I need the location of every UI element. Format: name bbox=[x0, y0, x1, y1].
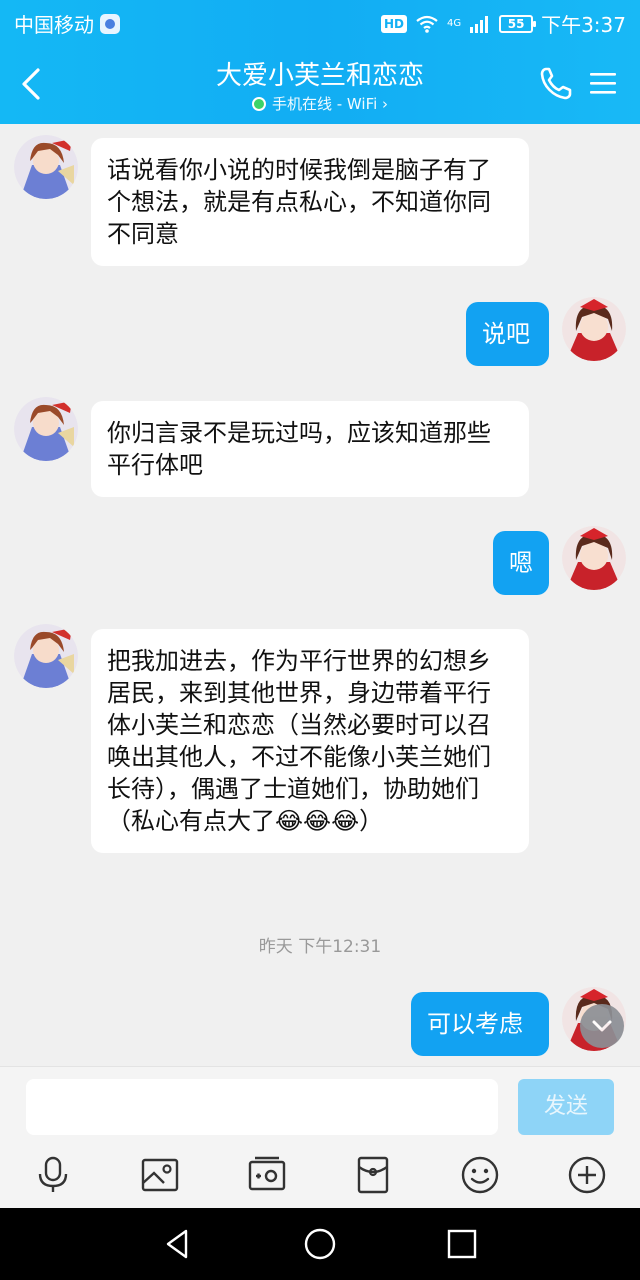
status-right: HD 4G 55 下午3:37 bbox=[380, 9, 626, 38]
contact-avatar[interactable] bbox=[14, 397, 78, 461]
carrier-name: 中国移动 bbox=[14, 13, 94, 37]
my-avatar[interactable] bbox=[562, 297, 626, 361]
online-status-text: 手机在线 - WiFi › bbox=[271, 95, 389, 113]
message-bubble-outgoing[interactable]: 说吧 bbox=[466, 302, 549, 366]
chat-title: 大爱小芙兰和恋恋 bbox=[215, 61, 424, 91]
plus-icon[interactable] bbox=[567, 1155, 607, 1195]
message-bubble-incoming[interactable]: 你归言录不是玩过吗，应该知道那些平行体吧 bbox=[91, 401, 529, 497]
message-bubble-incoming[interactable]: 把我加进去，作为平行世界的幻想乡居民，来到其他世界，身边带着平行体小芙兰和恋恋（… bbox=[91, 629, 529, 853]
red-packet-icon[interactable] bbox=[353, 1155, 393, 1195]
status-left: 中国移动 bbox=[14, 9, 120, 38]
message-timestamp: 昨天 下午12:31 bbox=[258, 937, 382, 957]
message-bubble-incoming[interactable]: 话说看你小说的时候我倒是脑子有了个想法，就是有点私心，不知道你同不同意 bbox=[91, 138, 529, 266]
hd-badge: HD bbox=[380, 14, 407, 33]
back-arrow-icon[interactable] bbox=[14, 64, 50, 104]
title-bar: 大爱小芙兰和恋恋 手机在线 - WiFi › bbox=[0, 44, 640, 124]
chat-header: 中国移动 HD 4G 55 下午3:37 大爱小芙兰和恋恋 手机在线 - WiF… bbox=[0, 0, 640, 124]
message-bubble-outgoing[interactable]: 嗯 bbox=[493, 531, 549, 595]
my-avatar[interactable] bbox=[562, 526, 626, 590]
contact-avatar[interactable] bbox=[14, 135, 78, 199]
wifi-icon bbox=[416, 15, 438, 33]
system-nav-bar bbox=[0, 1208, 640, 1280]
menu-icon[interactable] bbox=[588, 68, 618, 98]
online-dot-icon bbox=[251, 97, 266, 111]
carrier-badge-icon bbox=[100, 13, 120, 34]
image-icon[interactable] bbox=[140, 1155, 180, 1195]
send-button[interactable]: 发送 bbox=[518, 1079, 614, 1135]
online-status[interactable]: 手机在线 - WiFi › bbox=[251, 94, 389, 114]
network-type: 4G bbox=[446, 17, 462, 29]
message-bubble-outgoing[interactable]: 可以考虑 bbox=[411, 992, 549, 1056]
emoji-icon[interactable] bbox=[460, 1155, 500, 1195]
video-icon[interactable] bbox=[247, 1155, 287, 1195]
microphone-icon[interactable] bbox=[33, 1155, 73, 1195]
status-bar: 中国移动 HD 4G 55 下午3:37 bbox=[0, 0, 640, 44]
title-block[interactable]: 大爱小芙兰和恋恋 手机在线 - WiFi › bbox=[120, 60, 520, 115]
nav-recents-icon[interactable] bbox=[444, 1226, 480, 1262]
battery-indicator: 55 bbox=[499, 14, 537, 33]
signal-icon bbox=[470, 15, 489, 33]
phone-icon[interactable] bbox=[538, 64, 574, 102]
contact-avatar[interactable] bbox=[14, 624, 78, 688]
composer-area: 发送 bbox=[0, 1066, 640, 1208]
status-time: 下午3:37 bbox=[541, 13, 626, 37]
nav-home-icon[interactable] bbox=[302, 1226, 338, 1262]
scroll-to-bottom-button[interactable] bbox=[580, 1004, 624, 1048]
nav-back-icon[interactable] bbox=[160, 1226, 196, 1262]
message-input[interactable] bbox=[26, 1079, 498, 1135]
